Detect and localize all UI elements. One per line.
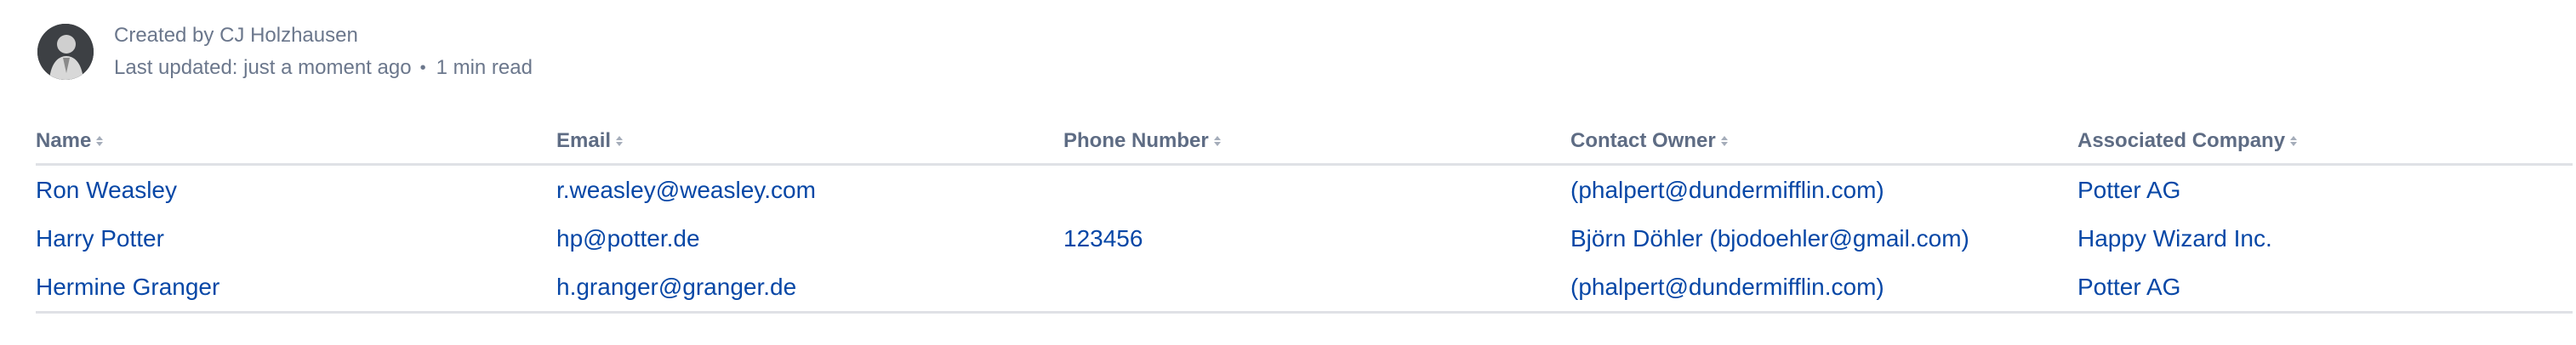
sort-arrows-icon[interactable] <box>1720 136 1728 146</box>
column-header-label: Name <box>36 129 92 152</box>
sort-arrows-icon[interactable] <box>2290 136 2298 146</box>
contact-owner-link[interactable]: (phalpert@dundermifflin.com) <box>1570 274 1884 300</box>
column-header-phone-inner[interactable]: Phone Number <box>1063 129 1221 153</box>
cell-owner: (phalpert@dundermifflin.com) <box>1570 263 2077 314</box>
cell-owner: (phalpert@dundermifflin.com) <box>1570 165 2077 215</box>
column-header-company-inner[interactable]: Associated Company <box>2077 129 2298 153</box>
contact-phone-link[interactable]: 123456 <box>1063 225 1143 252</box>
cell-name: Ron Weasley <box>36 165 556 215</box>
table-body: Ron Weasley r.weasley@weasley.com (phalp… <box>36 165 2573 314</box>
table-row: Hermine Granger h.granger@granger.de (ph… <box>36 263 2573 314</box>
contacts-table: Name Email Phone Number Contact Owner As… <box>36 119 2573 314</box>
contact-email-link[interactable]: r.weasley@weasley.com <box>556 177 816 203</box>
cell-company: Potter AG <box>2077 165 2573 215</box>
cell-company: Happy Wizard Inc. <box>2077 214 2573 263</box>
contact-name-link[interactable]: Harry Potter <box>36 225 164 252</box>
sort-arrows-icon[interactable] <box>96 136 104 146</box>
column-header-name-inner[interactable]: Name <box>36 129 104 153</box>
contact-company-link[interactable]: Happy Wizard Inc. <box>2077 225 2272 252</box>
page-byline: Created by CJ Holzhausen Last updated: j… <box>37 22 533 82</box>
column-header-owner[interactable]: Contact Owner <box>1570 119 2077 166</box>
cell-email: hp@potter.de <box>556 214 1063 263</box>
contact-owner-link[interactable]: Björn Döhler (bjodoehler@gmail.com) <box>1570 225 1969 252</box>
column-header-label: Associated Company <box>2077 129 2286 152</box>
byline-meta: Created by CJ Holzhausen Last updated: j… <box>114 25 533 79</box>
contact-email-link[interactable]: hp@potter.de <box>556 225 700 252</box>
cell-email: r.weasley@weasley.com <box>556 165 1063 215</box>
sort-arrows-icon[interactable] <box>1213 136 1221 146</box>
contact-name-link[interactable]: Ron Weasley <box>36 177 177 203</box>
cell-name: Harry Potter <box>36 214 556 263</box>
cell-email: h.granger@granger.de <box>556 263 1063 314</box>
column-header-email[interactable]: Email <box>556 119 1063 166</box>
cell-owner: Björn Döhler (bjodoehler@gmail.com) <box>1570 214 2077 263</box>
sort-arrows-icon[interactable] <box>616 136 624 146</box>
user-photo-icon <box>37 24 94 80</box>
column-header-owner-inner[interactable]: Contact Owner <box>1570 129 1728 153</box>
column-header-label: Email <box>556 129 612 152</box>
column-header-phone[interactable]: Phone Number <box>1063 119 1570 166</box>
contact-email-link[interactable]: h.granger@granger.de <box>556 274 796 300</box>
created-by-text[interactable]: Created by CJ Holzhausen <box>114 25 358 47</box>
last-updated-line: Last updated: just a moment ago • 1 min … <box>114 57 533 79</box>
author-avatar[interactable] <box>37 24 94 80</box>
meta-separator: • <box>419 59 426 77</box>
cell-name: Hermine Granger <box>36 263 556 314</box>
contact-owner-link[interactable]: (phalpert@dundermifflin.com) <box>1570 177 1884 203</box>
table-row: Ron Weasley r.weasley@weasley.com (phalp… <box>36 165 2573 215</box>
last-updated-text[interactable]: Last updated: just a moment ago <box>114 57 412 79</box>
read-time-text: 1 min read <box>436 56 533 79</box>
column-header-label: Contact Owner <box>1570 129 1716 152</box>
cell-phone <box>1063 263 1570 314</box>
cell-phone <box>1063 165 1570 215</box>
cell-phone: 123456 <box>1063 214 1570 263</box>
column-header-label: Phone Number <box>1063 129 1209 152</box>
column-header-company[interactable]: Associated Company <box>2077 119 2573 166</box>
header-row: Name Email Phone Number Contact Owner As… <box>36 119 2573 166</box>
table-header: Name Email Phone Number Contact Owner As… <box>36 119 2573 166</box>
column-header-email-inner[interactable]: Email <box>556 129 624 153</box>
contact-company-link[interactable]: Potter AG <box>2077 274 2180 300</box>
column-header-name[interactable]: Name <box>36 119 556 166</box>
created-by-line: Created by CJ Holzhausen <box>114 25 533 47</box>
contact-company-link[interactable]: Potter AG <box>2077 177 2180 203</box>
cell-company: Potter AG <box>2077 263 2573 314</box>
contact-name-link[interactable]: Hermine Granger <box>36 274 219 300</box>
table-row: Harry Potter hp@potter.de 123456 Björn D… <box>36 214 2573 263</box>
